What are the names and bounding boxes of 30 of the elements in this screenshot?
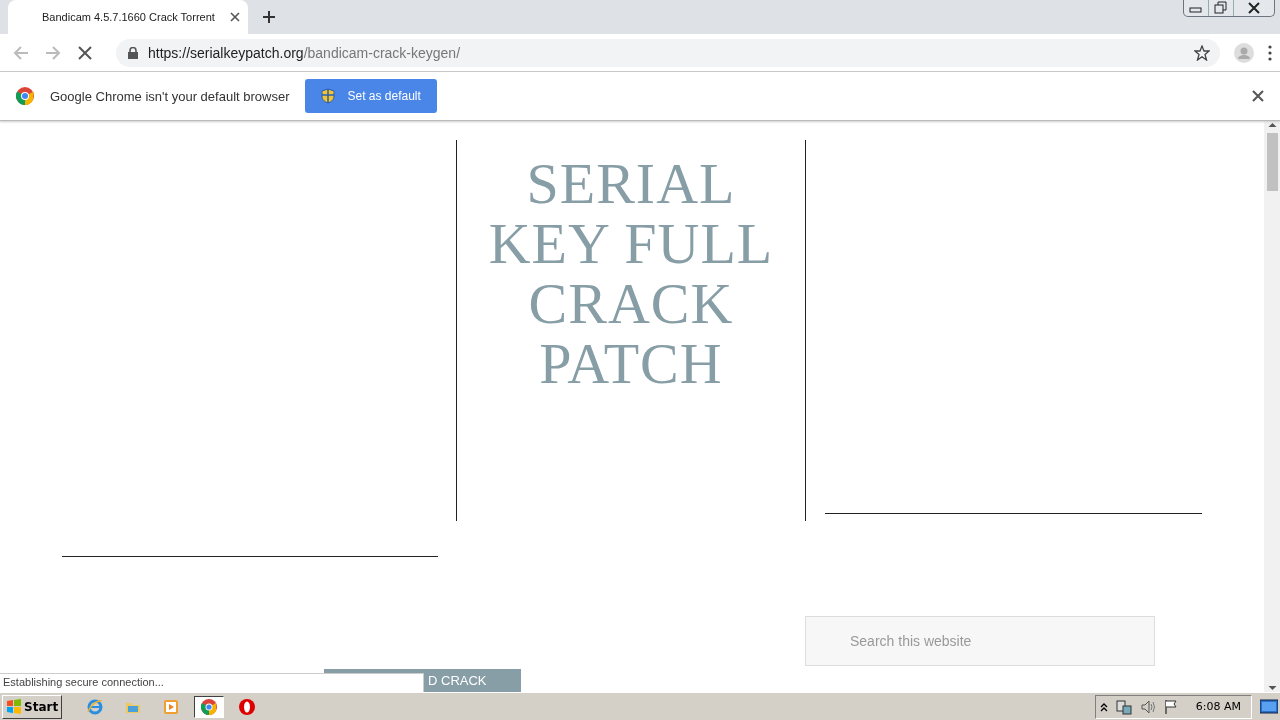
scrollbar-thumb[interactable] bbox=[1266, 133, 1278, 191]
close-icon[interactable] bbox=[230, 12, 240, 22]
star-icon[interactable] bbox=[1194, 44, 1210, 61]
taskbar-button[interactable] bbox=[194, 695, 225, 718]
clock: 6:08 AM bbox=[1195, 700, 1241, 713]
browser-tab[interactable]: Bandicam 4.5.7.1660 Crack Torrent bbox=[8, 0, 248, 34]
shield-icon bbox=[321, 88, 336, 104]
status-bubble: Establishing secure connection... bbox=[0, 673, 424, 692]
speaker-icon[interactable] bbox=[1139, 698, 1156, 715]
infobar-message: Google Chrome isn't your default browser bbox=[50, 88, 290, 104]
search-field[interactable]: Search this website bbox=[805, 616, 1155, 666]
plus-icon[interactable] bbox=[262, 10, 276, 24]
chrome-logo-icon bbox=[200, 697, 219, 716]
chrome-logo-icon bbox=[16, 87, 34, 105]
chevron-up-icon[interactable] bbox=[1099, 701, 1108, 712]
set-default-button[interactable]: Set as default bbox=[305, 79, 437, 113]
site-title: SERIAL KEY FULL CRACK PATCH bbox=[487, 154, 775, 398]
browser-e-icon bbox=[86, 697, 105, 716]
start-button[interactable]: Start bbox=[2, 694, 63, 719]
network-icon[interactable] bbox=[1115, 698, 1132, 715]
windows-logo-icon bbox=[6, 698, 22, 715]
opera-logo-icon bbox=[238, 697, 257, 716]
show-desktop-icon[interactable] bbox=[1260, 698, 1278, 715]
stop-icon[interactable] bbox=[76, 43, 94, 62]
flag-icon[interactable] bbox=[1163, 698, 1178, 715]
menu-icon[interactable] bbox=[1268, 44, 1272, 61]
address-bar[interactable]: https://serialkeypatch.org/bandicam-crack-keygen/ bbox=[116, 38, 1220, 67]
close-icon[interactable] bbox=[1252, 90, 1264, 102]
lock-icon bbox=[128, 46, 138, 59]
media-player-icon bbox=[162, 697, 181, 716]
